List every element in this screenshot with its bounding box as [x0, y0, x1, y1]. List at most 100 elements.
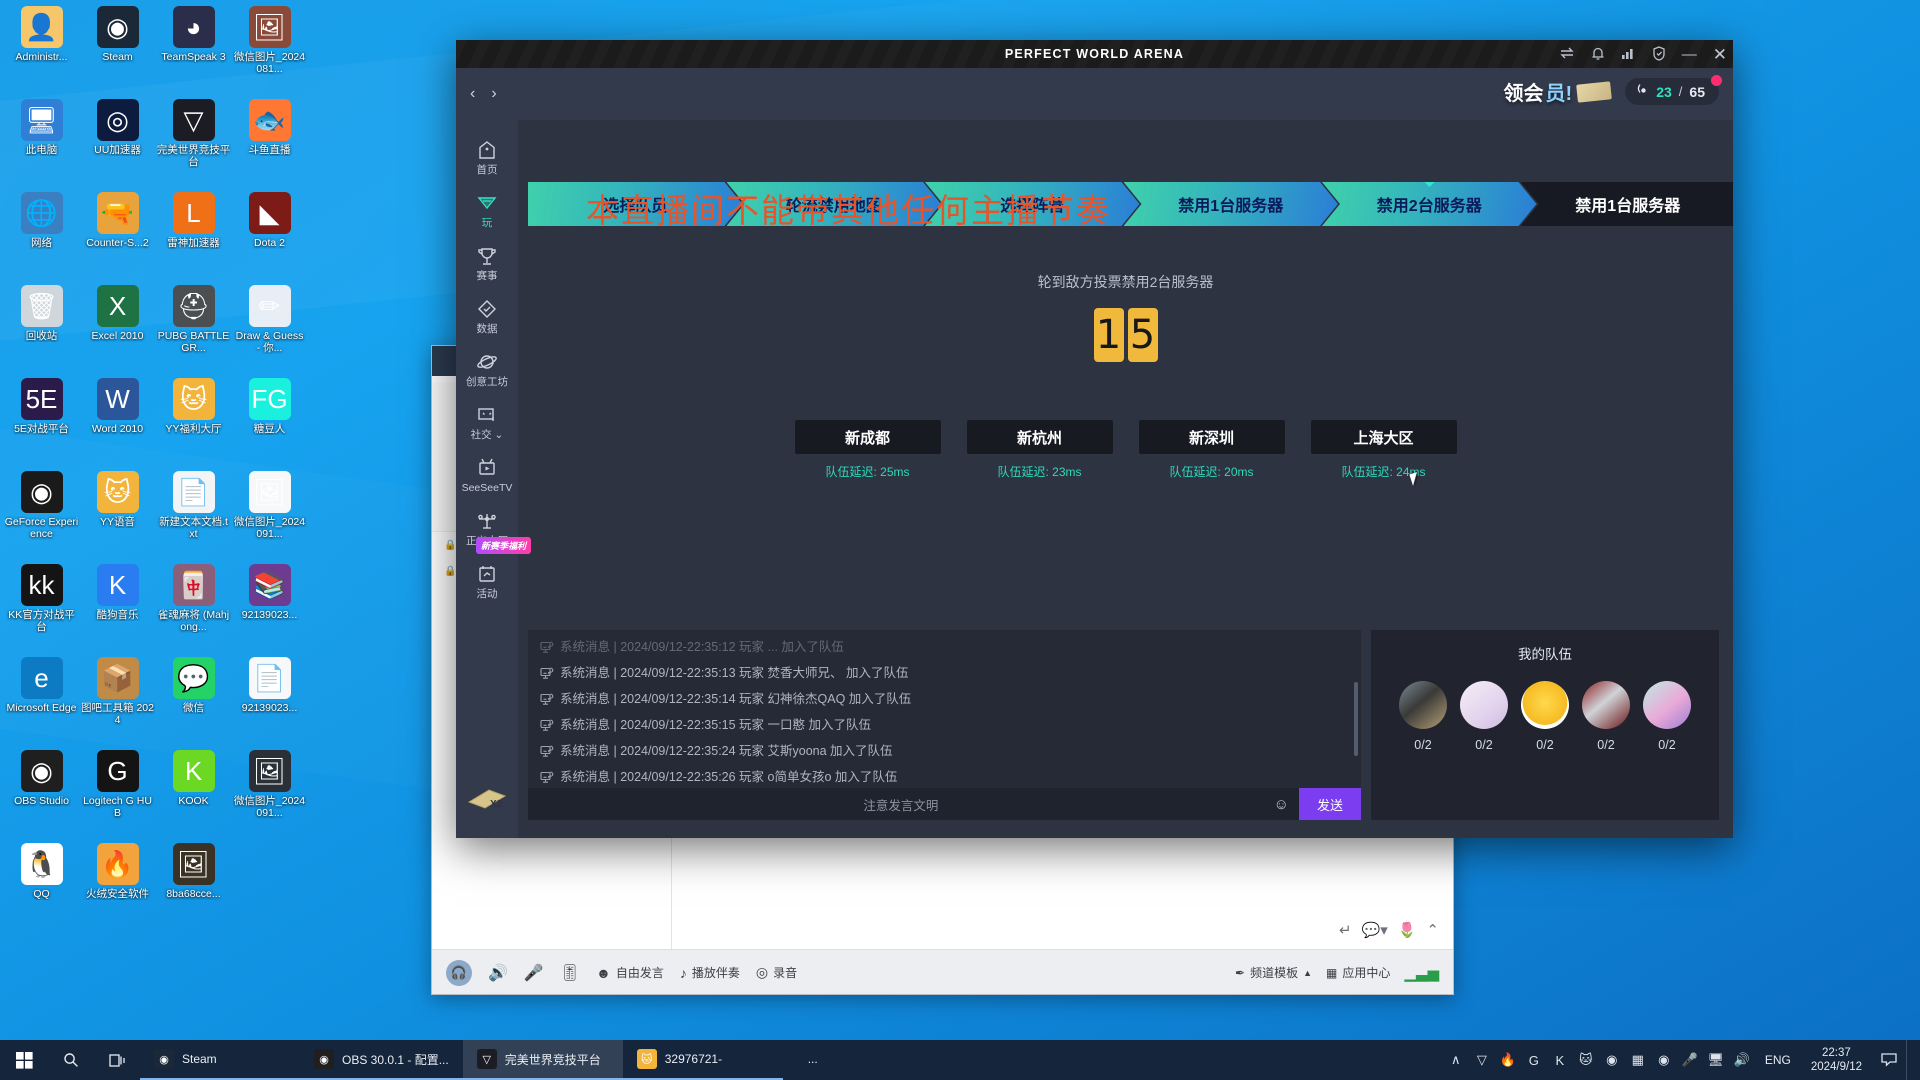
desktop-icon[interactable]: ⛑ PUBG BATTLEGR... — [156, 285, 231, 378]
desktop-icon[interactable]: ◎ UU加速器 — [80, 99, 155, 192]
desktop-icon[interactable]: ◉ OBS Studio — [4, 750, 79, 843]
desktop-icon[interactable]: e Microsoft Edge — [4, 657, 79, 750]
yy-bottom-toolbar[interactable]: 🎧 🔊 🎤 🎚 ☻ 自由发言 ♪ 播放伴奏 ◎ 录音 ✒ 频道模板 ▲ ▦ 应用中心 ▁▃… — [432, 949, 1453, 994]
desktop-icon[interactable]: ✏ Draw & Guess - 你... — [232, 285, 307, 378]
volume-tray-icon[interactable]: 🔊 — [1729, 1040, 1755, 1080]
nav-back-button[interactable]: ‹ — [470, 85, 475, 103]
desktop-icon[interactable]: 👤 Administr... — [4, 6, 79, 99]
yy-toolbar-items[interactable]: ☻ 自由发言 ♪ 播放伴奏 ◎ 录音 — [596, 964, 797, 981]
sidebar-item-social[interactable]: 社交 ⌄ — [456, 395, 518, 448]
desktop-icon[interactable]: 🐱 YY福利大厅 — [156, 378, 231, 471]
obs-tray-icon[interactable]: ◉ — [1599, 1040, 1625, 1080]
perfect-world-arena-window[interactable]: PERFECT WORLD ARENA — ✕ ‹ › 领会 员! 23 / 6… — [456, 40, 1733, 838]
desktop-icon[interactable]: 🖼 8ba68cce... — [156, 843, 231, 936]
server-button[interactable]: 上海大区 — [1310, 420, 1457, 454]
yy-channel-template[interactable]: ✒ 频道模板 ▲ — [1235, 964, 1312, 981]
start-button[interactable] — [0, 1040, 48, 1080]
team-member[interactable]: 0/2 — [1521, 681, 1569, 752]
tray-icon-list[interactable]: ∧ ▽ 🔥 G K 🐱 ◉ ▦ ◉ 🎤 🖥 🔊 — [1443, 1040, 1755, 1080]
microphone-tray-icon[interactable]: 🎤 — [1677, 1040, 1703, 1080]
yy-enter-send-icon[interactable]: ↵ — [1339, 921, 1352, 939]
desktop-icon[interactable]: ◉ Steam — [80, 6, 155, 99]
taskbar-app[interactable]: ▽ 完美世界竞技平台 — [462, 1040, 623, 1080]
taskbar-app[interactable]: ◉ Steam — [140, 1040, 300, 1080]
yy-toolbar-music-note[interactable]: ♪ 播放伴奏 — [680, 964, 740, 981]
desktop-icon[interactable]: X Excel 2010 — [80, 285, 155, 378]
desktop-icon[interactable]: 🐧 QQ — [4, 843, 79, 936]
desktop-icon[interactable]: 💬 微信 — [156, 657, 231, 750]
kugou-tray-icon[interactable]: K — [1547, 1040, 1573, 1080]
desktop-icon[interactable]: ▽ 完美世界竞技平台 — [156, 99, 231, 192]
windows-taskbar[interactable]: ◉ Steam ◉ OBS 30.0.1 - 配置... ▽ 完美世界竞技平台 🐱 32976… — [0, 1040, 1920, 1080]
team-member[interactable]: 0/2 — [1643, 681, 1691, 752]
desktop-icon[interactable]: G Logitech G HUB — [80, 750, 155, 843]
language-indicator[interactable]: ENG — [1755, 1053, 1801, 1067]
desktop-icon[interactable]: ◉ GeForce Experience — [4, 471, 79, 564]
team-member-list[interactable]: 0/2 0/2 0/2 0/2 0/2 — [1371, 681, 1719, 752]
notification-bell-icon[interactable] — [1591, 46, 1605, 63]
minimize-button[interactable]: — — [1682, 47, 1697, 62]
logitech-tray-icon[interactable]: G — [1521, 1040, 1547, 1080]
taskbar-app[interactable]: 🐱 32976721- — [622, 1040, 783, 1080]
sidebar-item-justice-scale[interactable]: 新赛季福利正义大厅 — [456, 501, 532, 554]
sidebar-item-trophy[interactable]: 赛事 — [456, 236, 518, 289]
task-view-icon[interactable] — [94, 1040, 140, 1080]
chat-input[interactable]: 注意发言文明 — [528, 795, 1274, 814]
desktop-icon[interactable]: FG 糖豆人 — [232, 378, 307, 471]
arena-titlebar[interactable]: PERFECT WORLD ARENA — ✕ — [456, 40, 1733, 68]
clock[interactable]: 22:37 2024/9/12 — [1801, 1046, 1872, 1074]
huorong-tray-icon[interactable]: 🔥 — [1495, 1040, 1521, 1080]
system-tray[interactable]: ∧ ▽ 🔥 G K 🐱 ◉ ▦ ◉ 🎤 🖥 🔊 ENG 22:37 2024/9/12 — [1443, 1040, 1920, 1080]
desktop-icon[interactable]: 🔫 Counter-S...2 — [80, 192, 155, 285]
double-xp-banner-icon[interactable]: X2 — [465, 784, 509, 814]
white-fox-mask-avatar[interactable] — [1582, 681, 1630, 729]
yy-toolbar-right[interactable]: ✒ 频道模板 ▲ ▦ 应用中心 ▁▃▅ — [1235, 964, 1439, 982]
sidebar-item-home[interactable]: 首页 — [456, 130, 518, 183]
desktop-icon[interactable]: W Word 2010 — [80, 378, 155, 471]
yy-toolbar-record[interactable]: ◎ 录音 — [756, 964, 797, 981]
yellow-duck-avatar[interactable] — [1521, 681, 1569, 729]
microphone-icon[interactable]: 🎤 — [524, 963, 544, 983]
team-member[interactable]: 0/2 — [1582, 681, 1630, 752]
window-controls[interactable]: — ✕ — [1559, 40, 1727, 68]
team-member[interactable]: 0/2 — [1399, 681, 1447, 752]
desktop-icon[interactable]: K 酷狗音乐 — [80, 564, 155, 657]
desktop-icon[interactable]: 🐟 斗鱼直播 — [232, 99, 307, 192]
desktop-icon[interactable]: 📄 92139023... — [232, 657, 307, 750]
sidebar-item-play[interactable]: 玩 — [456, 183, 518, 236]
yy-chat-bubble-icon[interactable]: 💬▾ — [1362, 921, 1388, 939]
desktop-icon[interactable]: 🔥 火绒安全软件 — [80, 843, 155, 936]
switch-account-icon[interactable] — [1559, 46, 1575, 62]
display-tray-icon[interactable]: 🖥 — [1703, 1040, 1729, 1080]
desktop-icon[interactable]: ◣ Dota 2 — [232, 192, 307, 285]
desktop-icon[interactable]: 📚 92139023... — [232, 564, 307, 657]
player-photo-avatar[interactable] — [1399, 681, 1447, 729]
arena-sidebar[interactable]: 首页玩赛事数据创意工坊社交 ⌄ SeeSeeTV 新赛季福利正义大厅活动 X2 — [456, 120, 532, 838]
taskbar-app[interactable]: ... — [783, 1040, 843, 1080]
taskbar-app-list[interactable]: ◉ Steam ◉ OBS 30.0.1 - 配置... ▽ 完美世界竞技平台 🐱 32976… — [140, 1040, 843, 1080]
server-button[interactable]: 新成都 — [794, 420, 941, 454]
desktop-icon[interactable]: 🖼 微信图片_2024091... — [232, 750, 307, 843]
desktop-icon[interactable]: 🖼 微信图片_2024081... — [232, 6, 307, 99]
yy-app-center[interactable]: ▦ 应用中心 — [1326, 964, 1390, 981]
desktop-icon[interactable]: L 雷神加速器 — [156, 192, 231, 285]
sidebar-item-data-diamond[interactable]: 数据 — [456, 289, 518, 342]
tray-arrow-icon[interactable]: ∧ — [1443, 1040, 1469, 1080]
anime-girl-white-avatar[interactable] — [1460, 681, 1508, 729]
emoji-picker-icon[interactable]: ☺ — [1274, 796, 1289, 813]
yy-collapse-icon[interactable]: ⌃ — [1426, 921, 1439, 939]
desktop-icon[interactable]: 🖥 此电脑 — [4, 99, 79, 192]
server-option[interactable]: 新深圳 队伍延迟: 20ms — [1138, 420, 1285, 480]
server-button[interactable]: 新深圳 — [1138, 420, 1285, 454]
anime-girl-pink-avatar[interactable] — [1643, 681, 1691, 729]
team-member[interactable]: 0/2 — [1460, 681, 1508, 752]
chat-input-row[interactable]: 注意发言文明 ☺ 发送 — [528, 788, 1361, 820]
server-button[interactable]: 新杭州 — [966, 420, 1113, 454]
desktop-icon[interactable]: 📄 新建文本文档.txt — [156, 471, 231, 564]
desktop-icon[interactable]: ◕ TeamSpeak 3 — [156, 6, 231, 99]
taskbar-app[interactable]: ◉ OBS 30.0.1 - 配置... — [300, 1040, 463, 1080]
yy-toolbar-mic-mode[interactable]: ☻ 自由发言 — [596, 964, 664, 981]
yy-tray-icon[interactable]: 🐱 — [1573, 1040, 1599, 1080]
chat-panel[interactable]: 系统消息 | 2024/09/12-22:35:12 玩家 ... 加入了队伍系… — [528, 630, 1361, 820]
signal-bars-icon[interactable] — [1621, 46, 1636, 62]
